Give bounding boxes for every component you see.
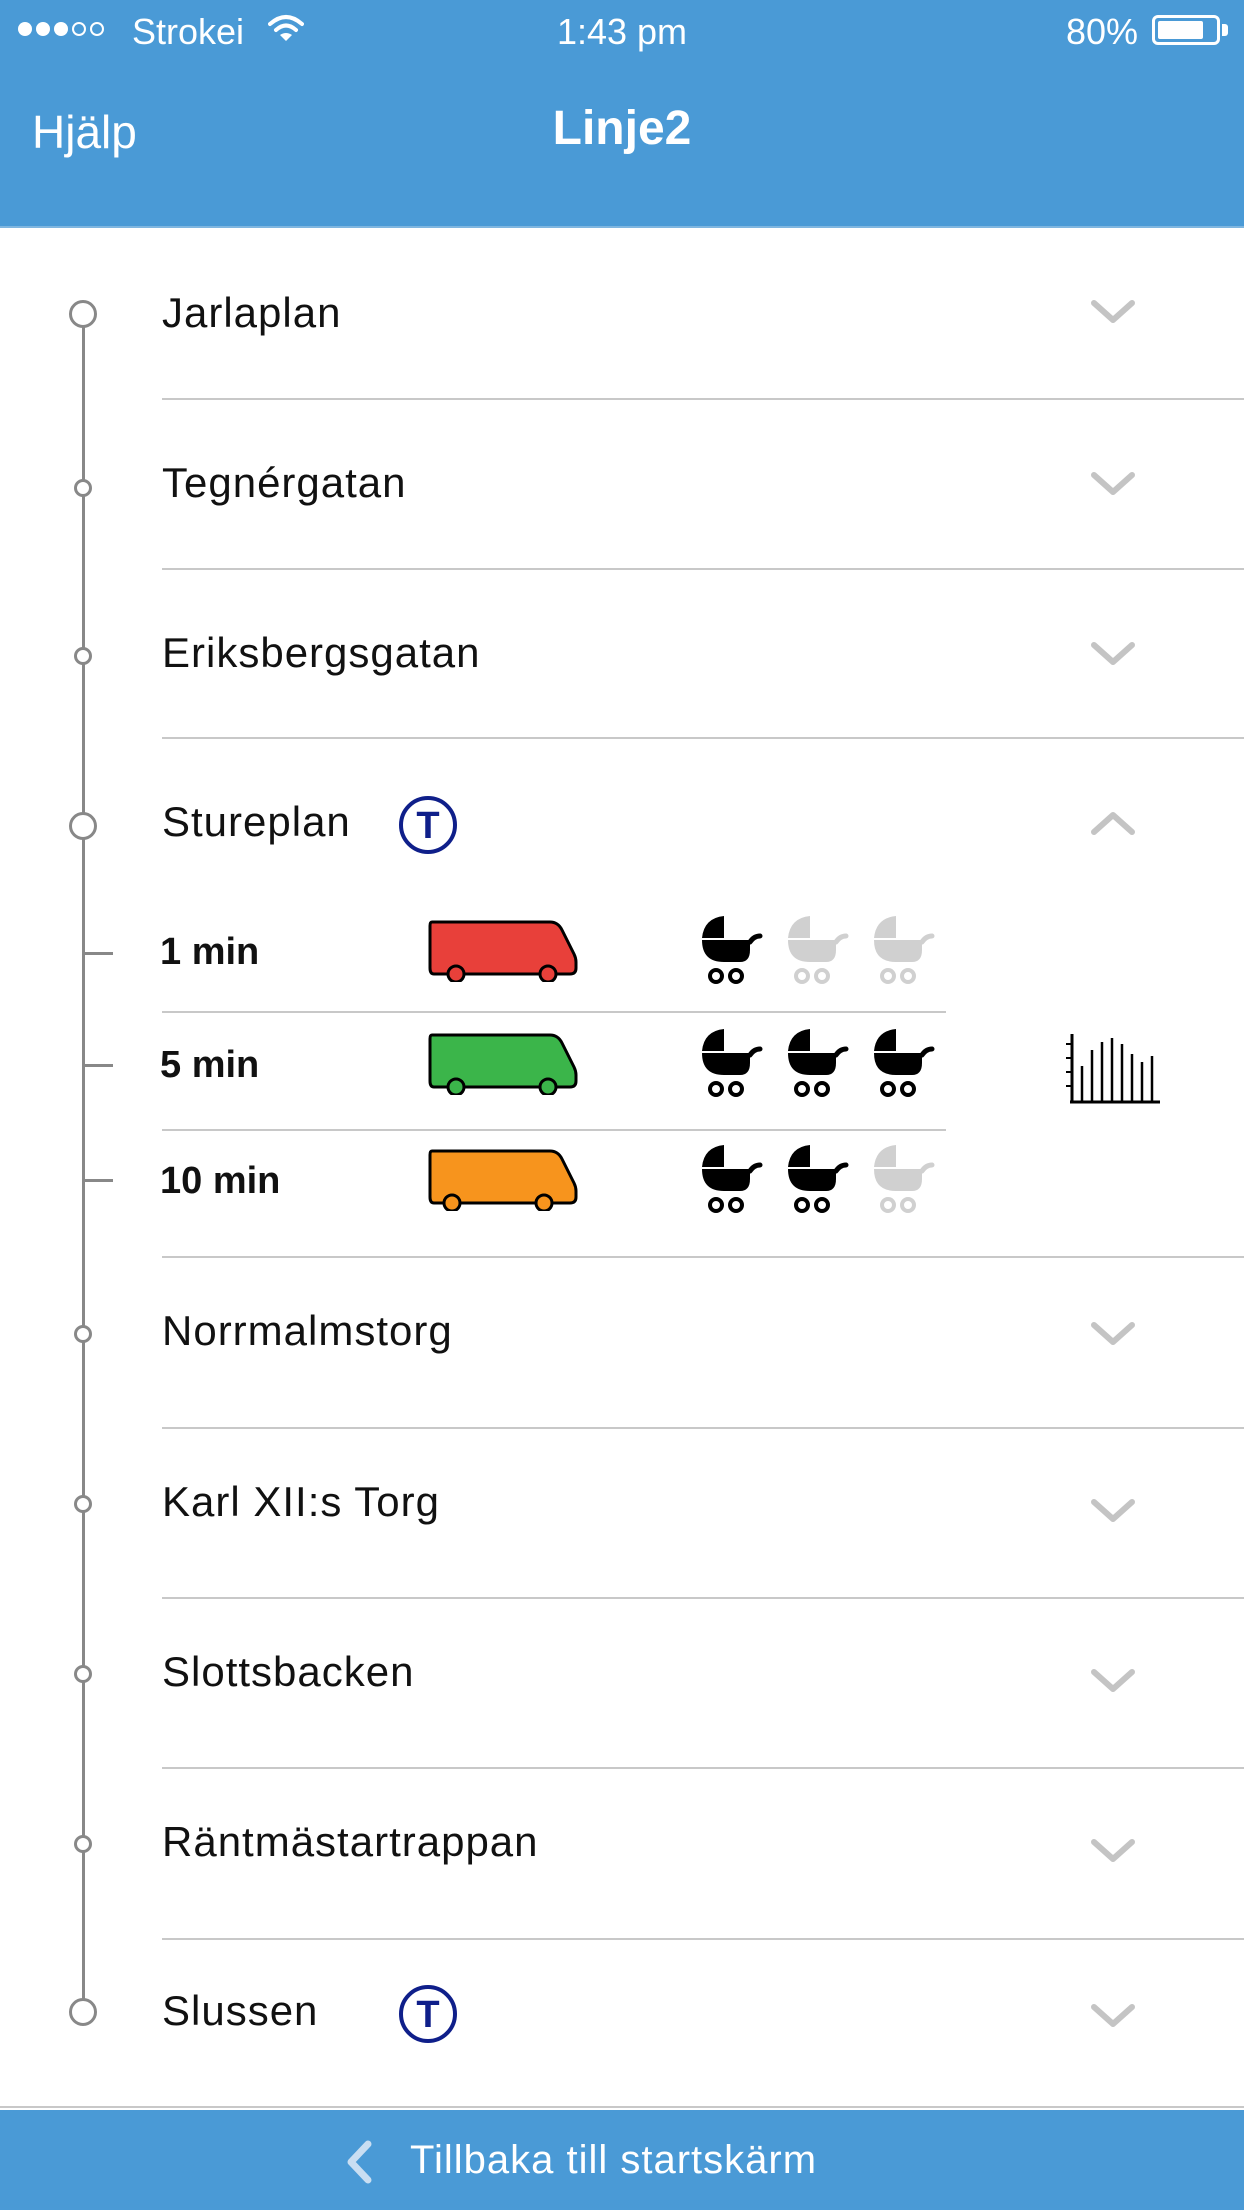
stop-marker [74,1665,92,1683]
stop-row-eriksbergsgatan[interactable]: Eriksbergsgatan [0,570,1244,740]
chevron-down-icon[interactable] [1090,1667,1136,1695]
stroller-icon [874,1029,935,1097]
chevron-up-icon[interactable] [1090,809,1136,837]
status-bar: Strokei 1:43 pm 80% [0,0,1244,64]
stop-name: Norrmalmstorg [162,1307,453,1354]
stop-marker [74,1835,92,1853]
stop-marker [74,1325,92,1343]
chevron-down-icon[interactable] [1090,1320,1136,1348]
stop-name: Slussen [162,1987,319,2034]
stroller-capacity [694,1025,936,1099]
stop-name: Tegnérgatan [162,459,407,506]
chevron-down-icon[interactable] [1090,1837,1136,1865]
departure-row: 1 min [0,896,1244,1008]
departure-row: 10 min [0,1131,1244,1243]
header: Strokei 1:43 pm 80% Hjälp Linje2 [0,0,1244,228]
stop-name: Jarlaplan [162,289,342,336]
stop-name: Eriksbergsgatan [162,629,481,676]
stop-row-rantmastartrappan[interactable]: Räntmästartrappan [0,1769,1244,1939]
status-time: 1:43 pm [556,11,688,52]
bar-chart-icon[interactable] [1066,1030,1162,1106]
stroller-icon [874,916,935,984]
stop-row-slottsbacken[interactable]: Slottsbacken [0,1599,1244,1769]
stroller-icon [702,1029,763,1097]
stroller-icon [702,1145,763,1213]
chevron-down-icon[interactable] [1090,2002,1136,2030]
chevron-down-icon[interactable] [1090,298,1136,326]
svg-text:T: T [416,1994,439,2036]
stroller-capacity [694,1141,936,1215]
chevron-down-icon[interactable] [1090,470,1136,498]
stop-name: Karl XII:s Torg [162,1478,440,1525]
app-screen: Strokei 1:43 pm 80% Hjälp Linje2 Jarlapl… [0,0,1244,2210]
stop-name: Slottsbacken [162,1648,415,1695]
stop-marker [69,812,97,840]
page-title: Linje2 [552,102,692,155]
bus-icon [428,920,578,982]
departure-time: 1 min [160,931,260,973]
stop-name: Räntmästartrappan [162,1818,539,1865]
departure-row: 5 min [0,1013,1244,1125]
battery-percentage: 80% [1065,11,1138,52]
chevron-down-icon[interactable] [1090,1497,1136,1525]
stroller-icon [788,1029,849,1097]
stop-row-stureplan[interactable]: Stureplan T [0,739,1244,909]
stroller-icon [788,1145,849,1213]
stroller-capacity [694,912,936,986]
departure-time: 5 min [160,1044,260,1086]
battery-icon [1152,15,1220,45]
stop-marker [74,1495,92,1513]
back-to-start-button[interactable]: Tillbaka till startskärm [0,2110,1244,2210]
departure-time: 10 min [160,1160,281,1202]
stroller-icon [874,1145,935,1213]
stop-row-jarlaplan[interactable]: Jarlaplan [0,228,1244,398]
stop-marker [74,479,92,497]
svg-text:T: T [416,805,439,847]
stop-marker [74,647,92,665]
stop-marker [69,1998,97,2026]
metro-t-icon: T [399,1985,457,2043]
back-to-start-label: Tillbaka till startskärm [410,2138,818,2182]
stop-row-norrmalmstorg[interactable]: Norrmalmstorg [0,1258,1244,1428]
stroller-icon [702,916,763,984]
stop-name: Stureplan [162,798,351,845]
metro-t-icon: T [399,796,457,854]
bus-icon [428,1149,578,1211]
stop-row-tegnergatan[interactable]: Tegnérgatan [0,400,1244,570]
stroller-icon [788,916,849,984]
chevron-left-icon [347,2140,372,2184]
chevron-down-icon[interactable] [1090,640,1136,668]
stop-marker [69,300,97,328]
stop-row-slussen[interactable]: Slussen T [0,1940,1244,2110]
bus-icon [428,1033,578,1095]
stop-row-karl-xii-s-torg[interactable]: Karl XII:s Torg [0,1429,1244,1599]
